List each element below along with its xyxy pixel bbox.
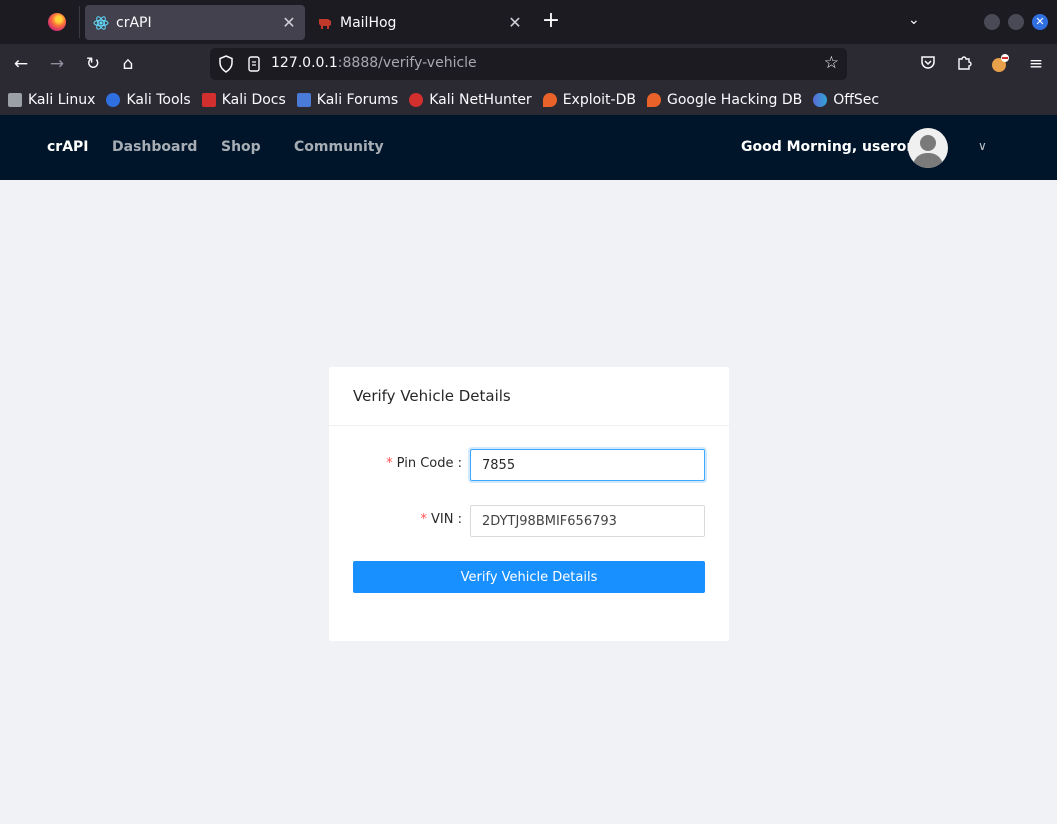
kali-dragon-icon (8, 92, 22, 107)
required-mark: * (420, 512, 428, 527)
verify-vehicle-card: Verify Vehicle Details *Pin Code : *VIN … (329, 367, 729, 641)
react-icon (93, 15, 109, 31)
pin-code-input[interactable] (470, 449, 705, 481)
pocket-icon[interactable] (918, 54, 938, 74)
tab-title: MailHog (340, 14, 397, 31)
home-icon[interactable]: ⌂ (118, 54, 138, 74)
nethunter-icon (409, 92, 424, 107)
bookmark-label: Kali Docs (221, 91, 286, 108)
bookmark-kali-nethunter[interactable]: Kali NetHunter (409, 91, 532, 108)
browser-tab-strip: crAPI ✕ MailHog ✕ + ⌄ ✕ (0, 0, 1057, 44)
tab-title: crAPI (116, 14, 152, 31)
firefox-icon[interactable] (48, 13, 66, 31)
tab-separator (79, 6, 80, 38)
tab-crapi[interactable]: crAPI ✕ (85, 5, 305, 40)
close-tab-icon[interactable]: ✕ (504, 13, 526, 32)
greeting-text: Good Morning, userone! (741, 139, 933, 155)
chevron-down-icon[interactable]: ∨ (978, 139, 987, 153)
extensions-icon[interactable] (954, 54, 974, 74)
close-window-button[interactable]: ✕ (1032, 14, 1048, 30)
pig-icon (317, 15, 333, 31)
bookmark-label: OffSec (833, 91, 880, 108)
forward-icon[interactable]: → (47, 54, 67, 74)
bookmark-star-icon[interactable]: ☆ (824, 53, 839, 73)
bookmark-kali-forums[interactable]: Kali Forums (296, 91, 399, 108)
tab-mailhog[interactable]: MailHog ✕ (309, 5, 531, 40)
minimize-window-button[interactable] (984, 14, 1000, 30)
exploit-db-icon (542, 92, 557, 107)
account-icon[interactable] (990, 54, 1010, 74)
url-path: :8888/verify-vehicle (337, 55, 477, 71)
close-tab-icon[interactable]: ✕ (278, 13, 300, 32)
vin-label: * VIN : (420, 512, 462, 527)
vin-label-text: VIN (431, 512, 454, 527)
bookmark-google-hacking-db[interactable]: Google Hacking DB (646, 91, 803, 108)
pin-code-row: * Pin Code : (329, 449, 729, 481)
bookmark-offsec[interactable]: OffSec (813, 92, 879, 108)
back-icon[interactable]: ← (11, 54, 31, 74)
url-host: 127.0.0.1 (271, 55, 338, 71)
list-all-tabs-icon[interactable]: ⌄ (908, 12, 920, 28)
page-info-icon[interactable] (247, 55, 261, 73)
app-header: crAPI Dashboard Shop Community Good Morn… (0, 115, 1057, 180)
bookmark-label: Exploit-DB (562, 91, 636, 108)
bookmarks-toolbar: Kali Linux Kali Tools Kali Docs Kali For… (0, 84, 1057, 115)
kali-forums-icon (296, 92, 311, 107)
nav-shop[interactable]: Shop (221, 139, 261, 155)
vin-input[interactable] (470, 505, 705, 537)
kali-docs-icon (201, 92, 216, 107)
brand-logo[interactable]: crAPI (47, 139, 89, 155)
bookmark-kali-docs[interactable]: Kali Docs (201, 91, 286, 108)
bookmark-kali-tools[interactable]: Kali Tools (106, 91, 191, 108)
maximize-window-button[interactable] (1008, 14, 1024, 30)
verify-vehicle-button[interactable]: Verify Vehicle Details (353, 561, 705, 593)
shield-icon[interactable] (218, 55, 234, 73)
nav-dashboard[interactable]: Dashboard (112, 139, 197, 155)
new-tab-button[interactable]: + (540, 10, 562, 32)
user-silhouette-icon (912, 135, 944, 168)
bookmark-label: Kali NetHunter (429, 91, 532, 108)
avatar[interactable] (908, 128, 948, 168)
pin-code-label-text: Pin Code (396, 456, 454, 471)
bookmark-label: Kali Tools (126, 91, 191, 108)
bookmark-label: Kali Linux (28, 91, 96, 108)
required-mark: * (386, 456, 393, 471)
pin-code-label: * Pin Code : (386, 456, 462, 471)
url-text[interactable]: 127.0.0.1:8888/verify-vehicle (271, 55, 477, 71)
offsec-icon (813, 92, 828, 107)
nav-community[interactable]: Community (294, 139, 384, 155)
reload-icon[interactable]: ↻ (83, 54, 103, 74)
ghdb-icon (646, 92, 661, 107)
bookmark-kali-linux[interactable]: Kali Linux (8, 92, 95, 108)
kali-tools-icon (106, 92, 121, 107)
hamburger-menu-icon[interactable]: ≡ (1026, 54, 1046, 74)
vin-row: * VIN : (329, 505, 729, 537)
bookmark-exploit-db[interactable]: Exploit-DB (542, 91, 636, 108)
bookmark-label: Kali Forums (316, 91, 399, 108)
card-title: Verify Vehicle Details (329, 367, 729, 426)
bookmark-label: Google Hacking DB (666, 91, 803, 108)
url-bar[interactable]: 127.0.0.1:8888/verify-vehicle ☆ (210, 48, 847, 80)
browser-nav-bar: ← → ↻ ⌂ 127.0.0.1:8888/verify-vehicle ☆ … (0, 44, 1057, 84)
